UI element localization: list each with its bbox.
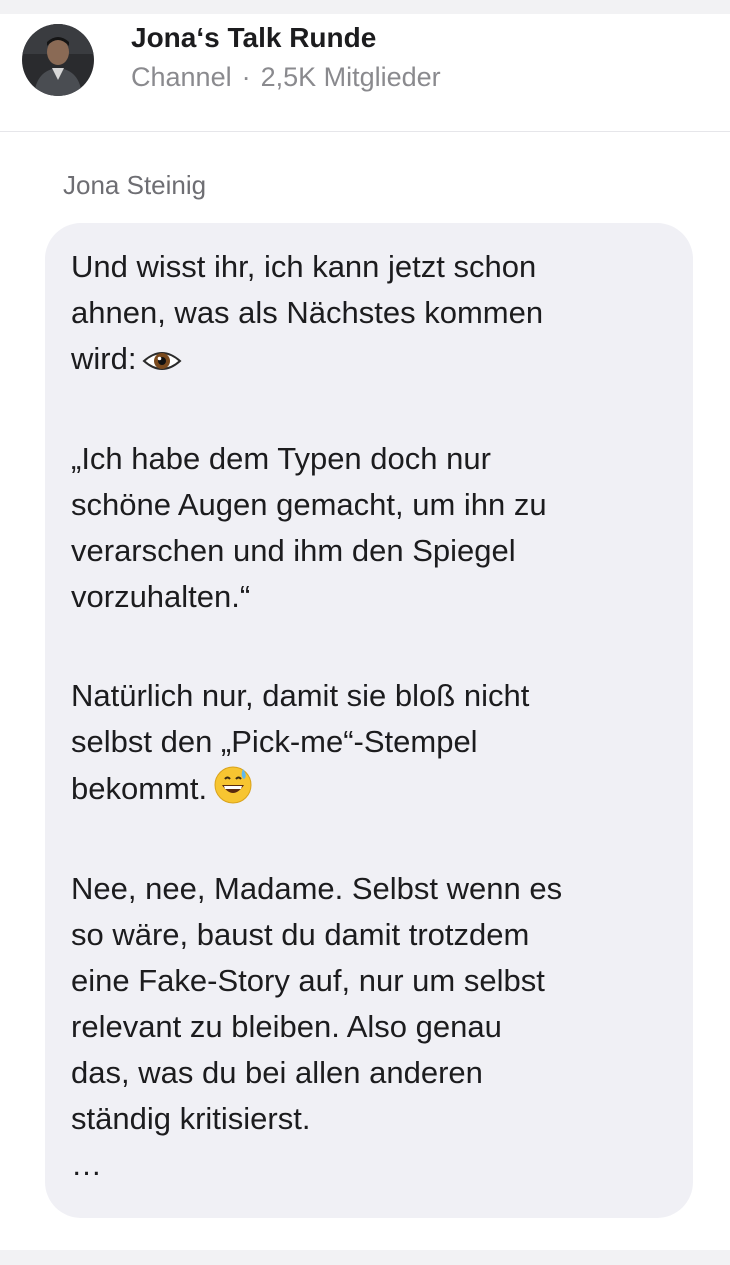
message-line: vorzuhalten.“ [71,579,251,614]
message-line: Und wisst ihr, ich kann jetzt schon [71,249,537,284]
message-line: ahnen, was als Nächstes kommen [71,295,544,330]
message-line: verarschen und ihm den Spiegel [71,533,516,568]
message-line: selbst den „Pick-me“-Stempel [71,724,478,759]
channel-subtitle: Channel · 2,5K Mitglieder [131,62,441,93]
top-strip [0,0,730,14]
subtitle-separator: · [241,62,251,92]
message-line: das, was du bei allen anderen [71,1055,483,1090]
channel-title[interactable]: Jona‘s Talk Runde [131,22,376,54]
message-line: eine Fake-Story auf, nur um selbst [71,963,545,998]
member-count: 2,5K Mitglieder [260,62,441,92]
message-paragraph: Und wisst ihr, ich kann jetzt schon ahne… [71,244,671,388]
eye-emoji-icon [142,342,182,388]
message-line: Nee, nee, Madame. Selbst wenn es [71,871,563,906]
message-paragraph: Nee, nee, Madame. Selbst wenn es so wäre… [71,866,671,1188]
channel-type: Channel [131,62,232,92]
message-line: schöne Augen gemacht, um ihn zu [71,487,547,522]
message-line: Natürlich nur, damit sie bloß nicht [71,678,530,713]
message-paragraph: Natürlich nur, damit sie bloß nicht selb… [71,673,671,818]
avatar-photo-icon [22,24,94,96]
grinning-sweat-emoji-icon [213,765,253,818]
channel-header[interactable]: Jona‘s Talk Runde Channel · 2,5K Mitgliede… [0,14,730,132]
message-paragraph: „Ich habe dem Typen doch nur schöne Auge… [71,436,671,620]
message-line: ständig kritisierst. [71,1101,311,1136]
message-line: „Ich habe dem Typen doch nur [71,441,491,476]
message-line: wird: [71,336,671,388]
message-line: so wäre, baust du damit trotzdem [71,917,530,952]
message-line: relevant zu bleiben. Also genau [71,1009,502,1044]
bottom-strip [0,1250,730,1265]
message-sender[interactable]: Jona Steinig [63,170,206,201]
channel-avatar[interactable] [22,24,94,96]
message-ellipsis[interactable]: … [71,1142,671,1188]
message-line: bekommt. [71,765,671,818]
